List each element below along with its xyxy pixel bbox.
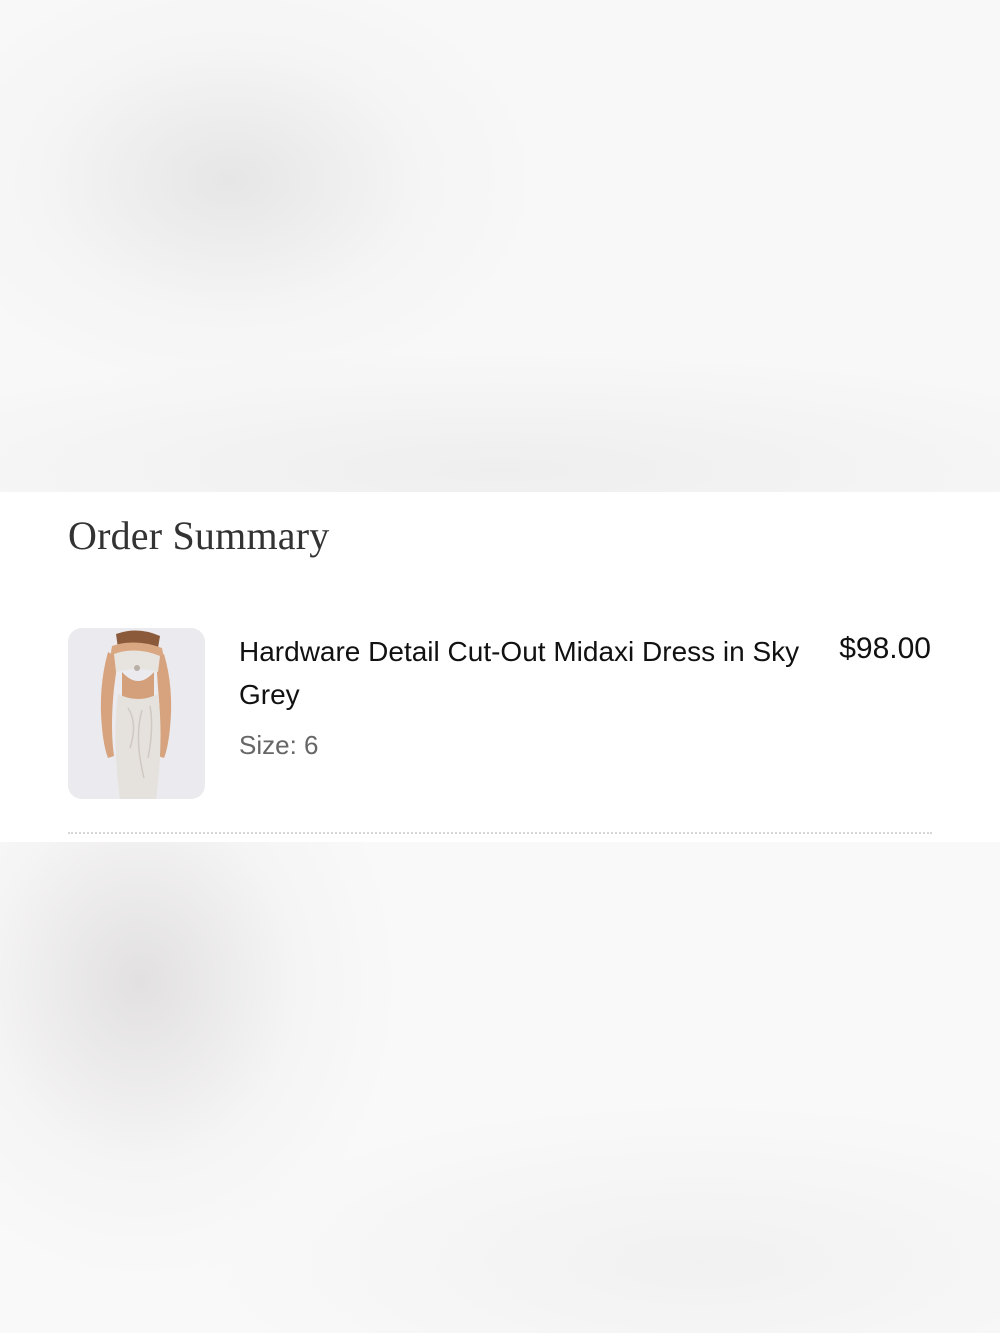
section-divider — [68, 832, 932, 834]
product-size: Size: 6 — [239, 730, 319, 760]
product-thumbnail[interactable] — [68, 628, 205, 799]
blurred-background-bottom — [0, 842, 1000, 1333]
order-summary-title: Order Summary — [68, 513, 330, 558]
dress-product-photo-icon — [68, 628, 205, 799]
product-name[interactable]: Hardware Detail Cut-Out Midaxi Dress in … — [239, 630, 814, 716]
blurred-background-top — [0, 0, 1000, 492]
product-price: $98.00 — [839, 632, 931, 665]
